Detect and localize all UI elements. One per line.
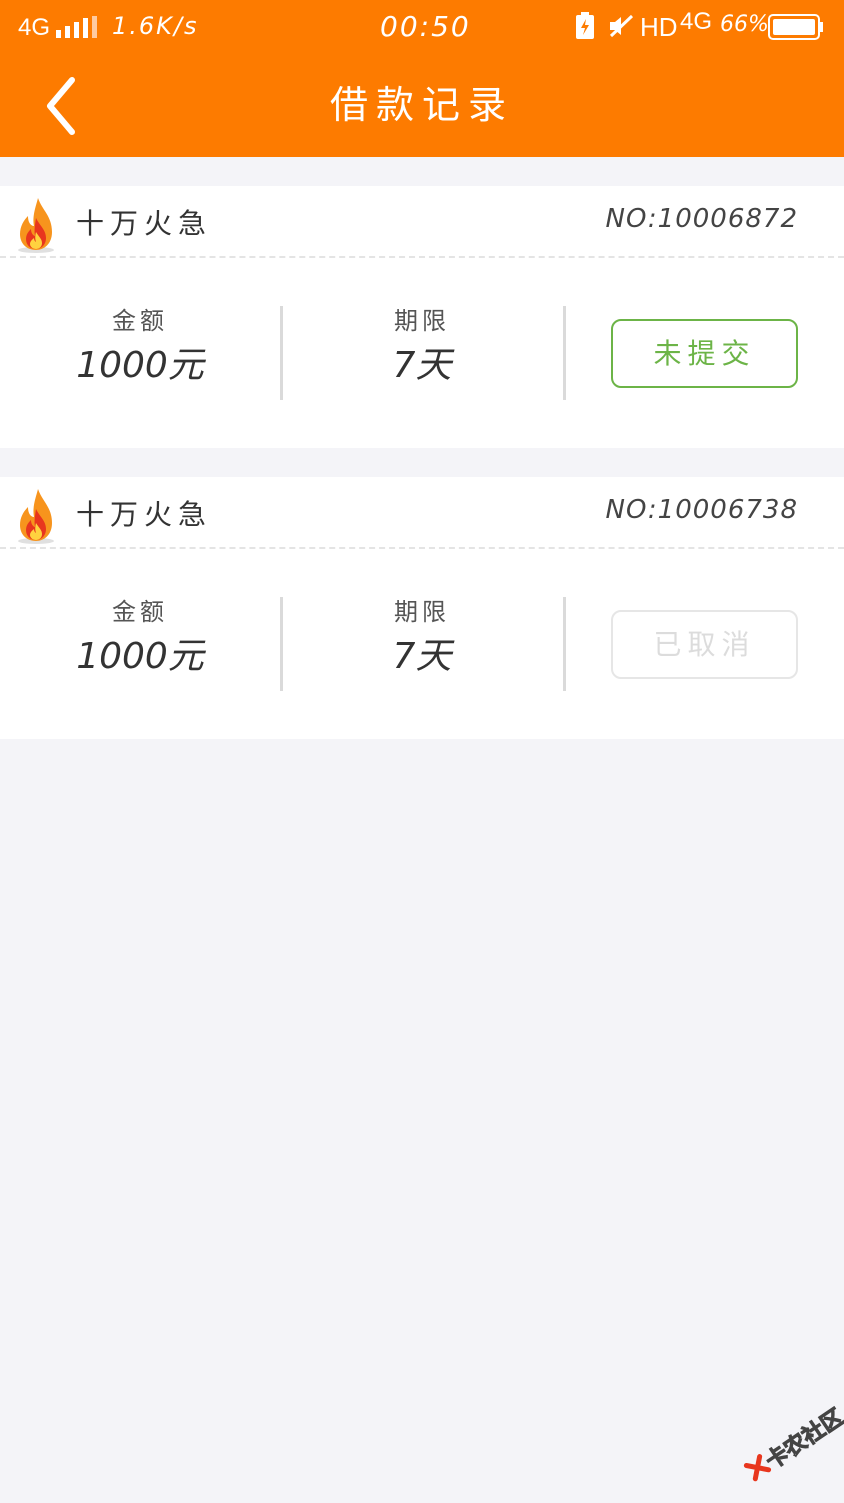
amount-block: 金额 1000元 xyxy=(0,304,280,388)
divider xyxy=(563,597,566,691)
divider xyxy=(563,306,566,400)
amount-value: 1000元 xyxy=(76,345,204,386)
hd-indicator: HD xyxy=(640,12,678,42)
term-value: 7天 xyxy=(392,345,452,386)
term-block: 期限 7天 xyxy=(282,595,562,679)
term-label: 期限 xyxy=(394,307,450,335)
status-bar: 4G 1.6K/s 00:50 HD 4G 66% xyxy=(0,0,844,54)
amount-label: 金额 xyxy=(112,598,168,626)
card-header: 十万火急 NO:10006872 xyxy=(0,186,844,258)
loan-record-card: 十万火急 NO:10006738 金额 1000元 期限 7天 已取消 xyxy=(0,477,844,739)
status-button-cancelled[interactable]: 已取消 xyxy=(611,610,798,679)
app-header: 4G 1.6K/s 00:50 HD 4G 66% 借款记录 xyxy=(0,0,844,157)
order-number: NO:10006872 xyxy=(605,204,798,234)
status-button-pending[interactable]: 未提交 xyxy=(611,319,798,388)
fire-icon xyxy=(18,489,54,544)
page-title: 借款记录 xyxy=(329,83,514,127)
term-label: 期限 xyxy=(394,598,450,626)
network-speed: 1.6K/s xyxy=(112,12,199,40)
clock: 00:50 xyxy=(380,10,471,43)
term-value: 7天 xyxy=(392,636,452,677)
signal-icon xyxy=(56,16,97,38)
amount-label: 金额 xyxy=(112,307,168,335)
network-type-2: 4G xyxy=(680,8,713,35)
amount-block: 金额 1000元 xyxy=(0,595,280,679)
battery-percent: 66% xyxy=(720,12,769,37)
watermark-text: 卡农社区 xyxy=(761,1404,844,1475)
charging-icon xyxy=(576,12,594,39)
battery-icon xyxy=(768,14,823,40)
card-header: 十万火急 NO:10006738 xyxy=(0,477,844,549)
amount-value: 1000元 xyxy=(76,636,204,677)
fire-icon xyxy=(18,198,54,253)
network-type: 4G xyxy=(18,14,51,41)
product-name: 十万火急 xyxy=(76,498,213,531)
loan-record-card: 十万火急 NO:10006872 金额 1000元 期限 7天 未提交 xyxy=(0,186,844,448)
order-number: NO:10006738 xyxy=(605,495,798,525)
mute-icon xyxy=(609,14,634,38)
product-name: 十万火急 xyxy=(76,207,213,240)
term-block: 期限 7天 xyxy=(282,304,562,388)
kanong-watermark: 卡农社区 xyxy=(732,1397,844,1503)
